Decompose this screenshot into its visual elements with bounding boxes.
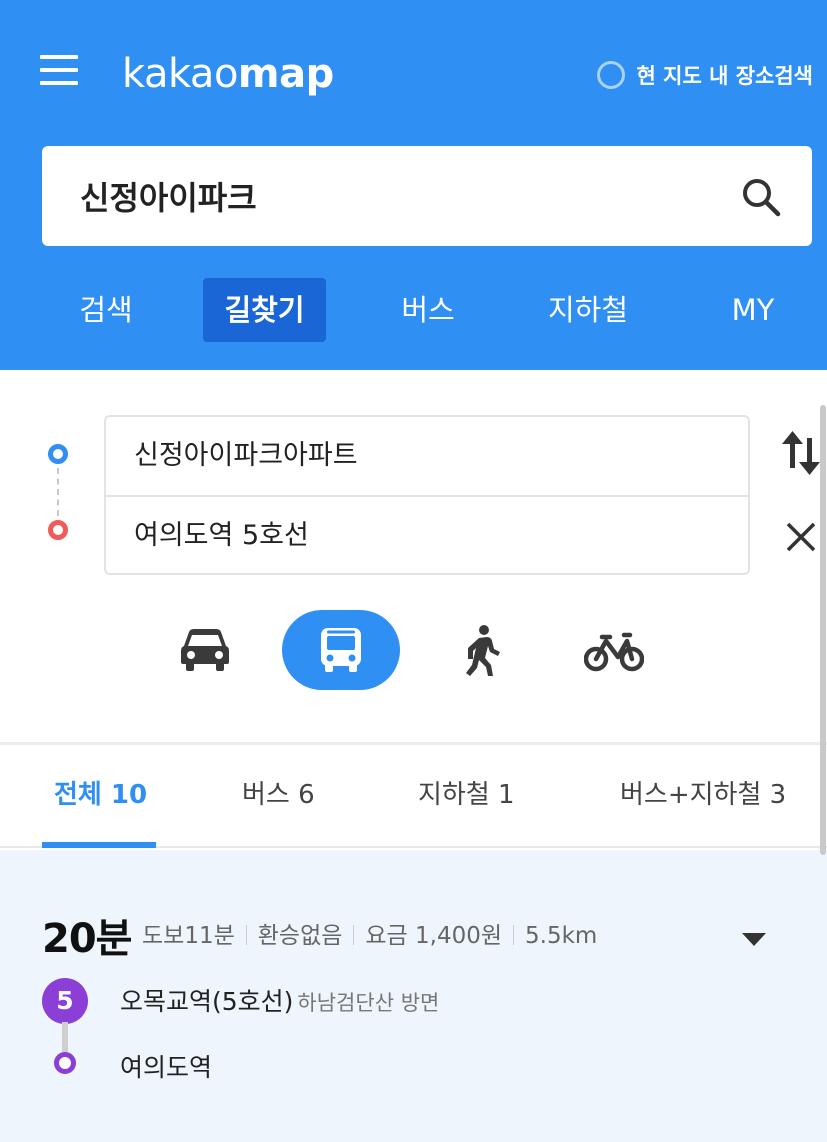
route-line-connector bbox=[62, 1022, 68, 1054]
subway-line-badge: 5 bbox=[42, 978, 88, 1024]
tab-bus[interactable]: 버스 6 bbox=[242, 745, 315, 846]
alight-station-dot-icon bbox=[54, 1052, 76, 1074]
tab-all[interactable]: 전체 10 bbox=[54, 745, 147, 846]
route-panel: 신정아이파크아파트 여의도역 5호선 bbox=[0, 370, 827, 742]
result-summary: 도보11분 환승없음 요금 1,400원 5.5km bbox=[142, 916, 597, 950]
bike-icon bbox=[584, 632, 644, 672]
nav-tab-subway[interactable]: 지하철 bbox=[540, 278, 636, 342]
walk-icon bbox=[466, 625, 500, 676]
app-header: kakaomap 현 지도 내 장소검색 검색 길찾기 버스 지하철 MY bbox=[0, 0, 827, 370]
search-input[interactable] bbox=[80, 168, 700, 224]
route-dashed-line bbox=[57, 468, 59, 516]
mode-bike-button[interactable] bbox=[574, 610, 654, 690]
destination-input[interactable]: 여의도역 5호선 bbox=[134, 497, 724, 575]
logo-text-light: kakao bbox=[122, 51, 238, 97]
tab-bus-subway[interactable]: 버스+지하철 3 bbox=[620, 745, 786, 846]
hamburger-menu-icon[interactable] bbox=[40, 55, 78, 87]
tab-subway[interactable]: 지하철 1 bbox=[418, 745, 515, 846]
main-nav: 검색 길찾기 버스 지하철 MY bbox=[0, 278, 827, 342]
board-station-name: 오목교역(5호선) bbox=[120, 987, 294, 1016]
transfer-info: 환승없음 bbox=[257, 923, 343, 949]
fare-info: 요금 1,400원 bbox=[365, 923, 503, 949]
active-tab-indicator bbox=[42, 842, 156, 848]
destination-dot-icon bbox=[48, 520, 68, 540]
nav-tab-search[interactable]: 검색 bbox=[70, 278, 142, 342]
alight-station-name: 여의도역 bbox=[120, 1053, 213, 1082]
map-area-search-label: 현 지도 내 장소검색 bbox=[636, 64, 814, 88]
scrollbar[interactable] bbox=[820, 405, 826, 855]
mode-transit-button[interactable] bbox=[282, 610, 400, 690]
route-result-card[interactable]: 20분 도보11분 환승없음 요금 1,400원 5.5km 5 오목교역(5호선) 하… bbox=[0, 850, 827, 1142]
transport-mode-selector bbox=[0, 610, 827, 690]
logo-text-bold: map bbox=[237, 51, 334, 97]
search-box bbox=[42, 146, 812, 246]
mode-walk-button[interactable] bbox=[440, 610, 520, 690]
route-type-tabs: 전체 10 버스 6 지하철 1 버스+지하철 3 bbox=[0, 745, 827, 848]
origin-input[interactable]: 신정아이파크아파트 bbox=[134, 417, 724, 495]
radio-circle-icon bbox=[596, 61, 625, 89]
result-duration: 20분 bbox=[42, 916, 132, 962]
mode-car-button[interactable] bbox=[165, 610, 245, 690]
swap-direction-icon[interactable] bbox=[782, 430, 820, 476]
expand-caret-down-icon[interactable] bbox=[740, 930, 768, 948]
direction-label: 하남검단산 방면 bbox=[297, 991, 440, 1015]
bus-icon bbox=[321, 628, 361, 672]
car-icon bbox=[181, 629, 229, 671]
clear-route-icon[interactable] bbox=[784, 520, 818, 554]
map-area-search-toggle[interactable]: 현 지도 내 장소검색 bbox=[596, 60, 814, 90]
origin-dot-icon bbox=[48, 444, 68, 464]
route-markers bbox=[46, 444, 70, 544]
search-icon[interactable] bbox=[740, 176, 782, 218]
nav-tab-bus[interactable]: 버스 bbox=[392, 278, 464, 342]
nav-tab-my[interactable]: MY bbox=[724, 278, 782, 342]
route-inputs: 신정아이파크아파트 여의도역 5호선 bbox=[104, 415, 750, 575]
board-station: 오목교역(5호선) 하남검단산 방면 bbox=[120, 982, 439, 1018]
walk-time: 도보11분 bbox=[142, 923, 235, 949]
kakaomap-logo[interactable]: kakaomap bbox=[122, 46, 334, 102]
distance-info: 5.5km bbox=[525, 923, 598, 949]
nav-tab-directions[interactable]: 길찾기 bbox=[203, 278, 326, 342]
